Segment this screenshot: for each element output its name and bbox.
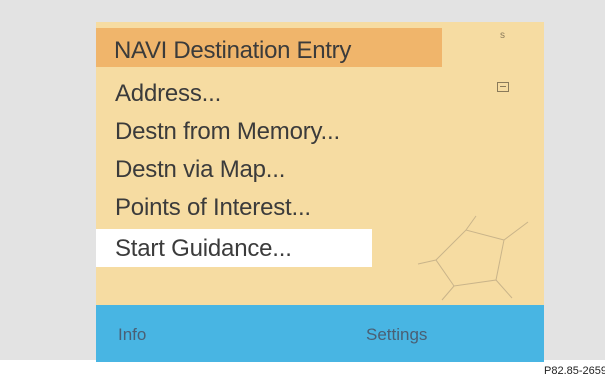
softkey-bar: Info Settings <box>96 305 544 362</box>
menu-panel: NAVI Destination Entry s Address... Dest… <box>96 22 544 305</box>
menu-item-label: Points of Interest... <box>115 194 311 221</box>
card-icon <box>497 82 509 92</box>
menu-item-label: Start Guidance... <box>115 235 292 262</box>
title-bar: NAVI Destination Entry <box>96 28 442 67</box>
menu-item-label: Address... <box>115 80 222 107</box>
caption-clip: P82.85-2659-2 <box>500 362 605 381</box>
figure-caption: P82.85-2659-2 <box>544 365 605 377</box>
menu-item-label: Destn from Memory... <box>115 118 340 145</box>
menu-item-start-guidance[interactable]: Start Guidance... <box>96 229 372 267</box>
menu-item-label: Destn via Map... <box>115 156 286 183</box>
settings-softkey[interactable]: Settings <box>366 325 427 345</box>
screen-title: NAVI Destination Entry <box>114 37 352 64</box>
info-softkey[interactable]: Info <box>118 325 146 345</box>
compass-rose-icon: ◡ <box>417 215 529 301</box>
status-letter-icon: s <box>500 30 505 41</box>
navi-screen: NAVI Destination Entry s Address... Dest… <box>96 22 544 362</box>
